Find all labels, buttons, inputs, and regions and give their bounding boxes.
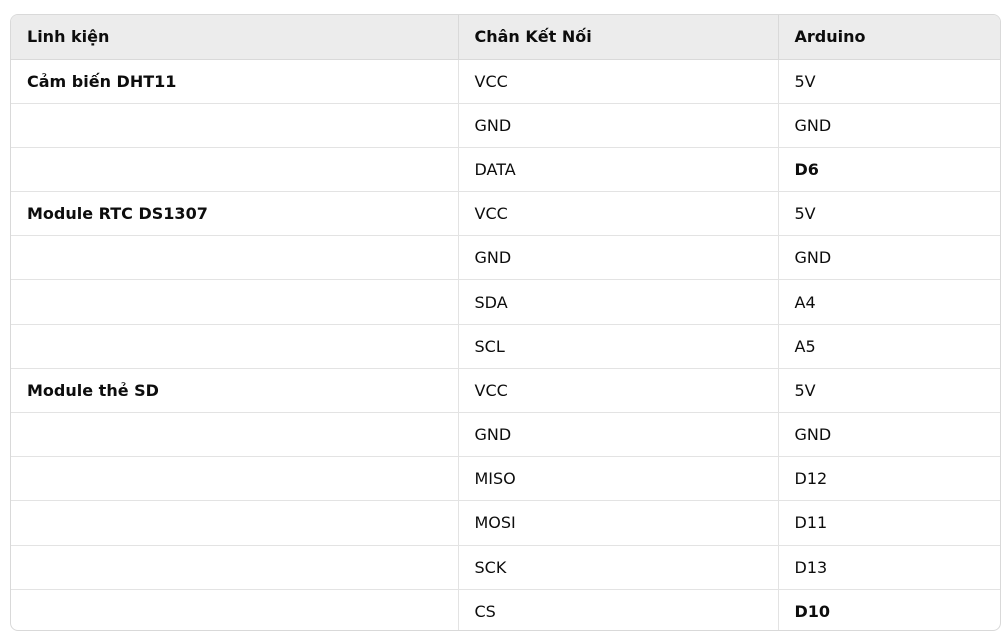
connection-table: Linh kiện Chân Kết Nối Arduino Cảm biến … [11, 15, 1000, 630]
table-row: Module thẻ SD VCC 5V [11, 368, 1000, 414]
cell-pin: GND [458, 235, 779, 281]
cell-component [11, 545, 459, 590]
cell-pin: VCC [458, 59, 779, 104]
table-row: Module RTC DS1307 VCC 5V [11, 191, 1000, 237]
cell-component [11, 103, 459, 148]
cell-component: Module thẻ SD [11, 368, 459, 414]
table-row: CS D10 [11, 589, 1000, 630]
cell-pin: MOSI [458, 500, 779, 546]
table-row: GND GND [11, 103, 1000, 148]
cell-arduino: 5V [778, 191, 1000, 237]
cell-component [11, 279, 459, 325]
table-row: SCK D13 [11, 545, 1000, 590]
table-body: Cảm biến DHT11 VCC 5V GND GND DATA D6 Module RT… [11, 59, 1000, 630]
cell-arduino: GND [778, 412, 1000, 458]
cell-component [11, 589, 459, 630]
cell-pin: GND [458, 412, 779, 458]
cell-pin: SCL [458, 324, 779, 369]
header-component: Linh kiện [11, 15, 459, 60]
cell-component [11, 456, 459, 502]
table-row: DATA D6 [11, 147, 1000, 193]
table-row: Cảm biến DHT11 VCC 5V [11, 59, 1000, 104]
header-pin: Chân Kết Nối [458, 15, 779, 60]
cell-pin: SDA [458, 279, 779, 325]
cell-pin: VCC [458, 191, 779, 237]
table-row: MOSI D11 [11, 500, 1000, 546]
cell-arduino: GND [778, 235, 1000, 281]
table-row: GND GND [11, 412, 1000, 458]
cell-pin: VCC [458, 368, 779, 414]
cell-pin: GND [458, 103, 779, 148]
cell-component: Cảm biến DHT11 [11, 59, 459, 104]
cell-arduino: D13 [778, 545, 1000, 590]
table-row: SCL A5 [11, 324, 1000, 369]
cell-component [11, 412, 459, 458]
cell-component [11, 147, 459, 193]
cell-component: Module RTC DS1307 [11, 191, 459, 237]
cell-arduino: D10 [794, 602, 831, 622]
cell-arduino: D11 [778, 500, 1000, 546]
cell-component [11, 500, 459, 546]
cell-pin: CS [458, 589, 779, 630]
cell-pin: SCK [458, 545, 779, 590]
cell-arduino: GND [778, 103, 1000, 148]
table-row: MISO D12 [11, 456, 1000, 502]
connection-table-container: Linh kiện Chân Kết Nối Arduino Cảm biến … [10, 14, 1001, 631]
cell-arduino: A5 [778, 324, 1000, 369]
table-header-row: Linh kiện Chân Kết Nối Arduino [11, 15, 1000, 60]
cell-arduino: 5V [778, 368, 1000, 414]
table-row: SDA A4 [11, 279, 1000, 325]
cell-arduino: D12 [778, 456, 1000, 502]
table-row: GND GND [11, 235, 1000, 281]
cell-arduino: A4 [778, 279, 1000, 325]
cell-arduino: D6 [778, 147, 1000, 193]
cell-component [11, 324, 459, 369]
cell-component [11, 235, 459, 281]
header-arduino: Arduino [778, 15, 1000, 60]
cell-arduino: 5V [778, 59, 1000, 104]
cell-pin: DATA [458, 147, 779, 193]
cell-pin: MISO [458, 456, 779, 502]
